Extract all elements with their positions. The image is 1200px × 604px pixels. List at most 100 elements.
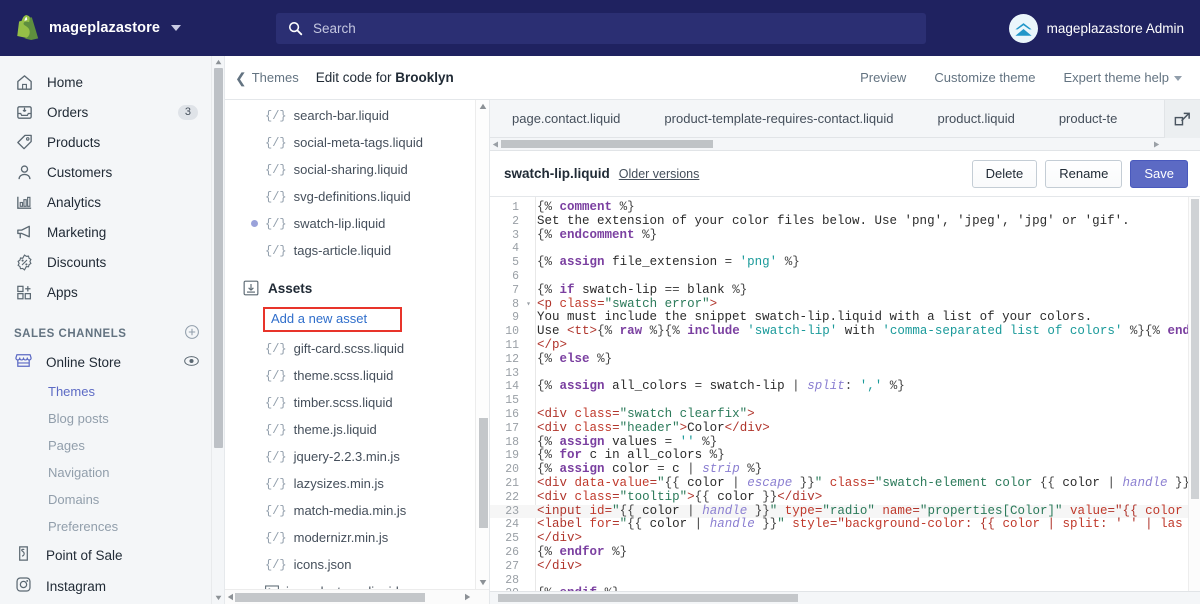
- file-tree-item[interactable]: {/} swatch-lip.liquid: [225, 210, 489, 237]
- file-tree-item[interactable]: {/} lazysizes.min.js: [225, 470, 489, 497]
- code-hscroll-thumb[interactable]: [498, 594, 798, 602]
- older-versions-link[interactable]: Older versions: [619, 167, 700, 181]
- code-scroll-thumb[interactable]: [1191, 199, 1199, 499]
- fold-toggle-icon[interactable]: [524, 394, 533, 408]
- expand-editor-button[interactable]: [1164, 100, 1200, 138]
- fold-toggle-icon[interactable]: [524, 436, 533, 450]
- sidebar-item-analytics[interactable]: Analytics: [0, 187, 224, 217]
- scroll-left-arrow-icon[interactable]: [492, 141, 499, 148]
- sidebar-item-apps[interactable]: Apps: [0, 277, 224, 307]
- fold-toggle-icon[interactable]: [524, 215, 533, 229]
- file-tree-item[interactable]: {/} icons.json: [225, 551, 489, 578]
- sidebar-item-navigation[interactable]: Navigation: [0, 459, 224, 486]
- fold-toggle-icon[interactable]: [524, 505, 533, 519]
- add-sales-channel-button[interactable]: [184, 324, 200, 345]
- expert-theme-help-button[interactable]: Expert theme help: [1063, 70, 1182, 85]
- file-tree-item[interactable]: {/} svg-definitions.liquid: [225, 183, 489, 210]
- file-tree-item[interactable]: {/} tags-article.liquid: [225, 237, 489, 264]
- editor-tab[interactable]: product-te: [1037, 100, 1117, 138]
- sidebar-item-orders[interactable]: Orders 3: [0, 97, 224, 127]
- fold-toggle-icon[interactable]: [524, 339, 533, 353]
- fold-toggle-icon[interactable]: [524, 270, 533, 284]
- file-tree-item[interactable]: {/} search-bar.liquid: [225, 102, 489, 129]
- editor-tab[interactable]: page.contact.liquid: [490, 100, 642, 138]
- sidebar-item-home[interactable]: Home: [0, 67, 224, 97]
- fold-toggle-icon[interactable]: [524, 201, 533, 215]
- scroll-right-arrow-icon[interactable]: [464, 593, 471, 601]
- fold-toggle-icon[interactable]: [524, 284, 533, 298]
- sidebar-item-blog-posts[interactable]: Blog posts: [0, 405, 224, 432]
- file-tree-item[interactable]: {/} gift-card.scss.liquid: [225, 335, 489, 362]
- code-vertical-scrollbar[interactable]: [1188, 197, 1200, 604]
- fold-toggle-icon[interactable]: [524, 518, 533, 532]
- file-tree-item[interactable]: {/} jquery-2.2.3.min.js: [225, 443, 489, 470]
- file-tree-horizontal-scrollbar[interactable]: [225, 589, 489, 604]
- sidebar-item-instagram[interactable]: Instagram: [0, 571, 224, 602]
- back-to-themes-link[interactable]: ❮ Themes: [235, 70, 299, 85]
- fold-toggle-icon[interactable]: [524, 256, 533, 270]
- sidebar-item-pages[interactable]: Pages: [0, 432, 224, 459]
- code-horizontal-scrollbar[interactable]: [490, 591, 1200, 604]
- fold-toggle-icon[interactable]: [524, 574, 533, 588]
- file-tree-item[interactable]: {/} match-media.min.js: [225, 497, 489, 524]
- scroll-right-arrow-icon[interactable]: [1153, 141, 1160, 148]
- sidebar-item-customers[interactable]: Customers: [0, 157, 224, 187]
- fold-toggle-icon[interactable]: [524, 463, 533, 477]
- scroll-left-arrow-icon[interactable]: [227, 593, 234, 601]
- customize-theme-button[interactable]: Customize theme: [934, 70, 1035, 85]
- scroll-down-arrow-icon[interactable]: [215, 594, 222, 601]
- sidebar-item-point-of-sale[interactable]: Point of Sale: [0, 540, 224, 571]
- code-editor[interactable]: 1 {% comment %} 2 Set the extension of you…: [490, 197, 1200, 604]
- search-input[interactable]: Search: [276, 12, 926, 44]
- tab-scroll-thumb[interactable]: [501, 140, 713, 148]
- add-new-asset-link[interactable]: Add a new asset: [271, 311, 367, 326]
- fold-toggle-icon[interactable]: [524, 353, 533, 367]
- tab-bar-scrollbar[interactable]: [490, 138, 1200, 151]
- fold-toggle-icon[interactable]: [524, 422, 533, 436]
- store-switcher[interactable]: mageplazastore: [0, 14, 225, 42]
- sidebar-item-domains[interactable]: Domains: [0, 486, 224, 513]
- editor-tab[interactable]: product-template-requires-contact.liquid: [642, 100, 915, 138]
- scroll-down-arrow-icon[interactable]: [479, 579, 487, 586]
- fold-toggle-icon[interactable]: [524, 449, 533, 463]
- fold-toggle-icon[interactable]: [524, 380, 533, 394]
- sidebar-item-products[interactable]: Products: [0, 127, 224, 157]
- fold-toggle-icon[interactable]: [524, 367, 533, 381]
- editor-tab[interactable]: product.liquid: [915, 100, 1036, 138]
- preview-store-eye-icon[interactable]: [183, 354, 200, 372]
- sidebar-item-discounts[interactable]: Discounts: [0, 247, 224, 277]
- sidebar-item-online-store[interactable]: Online Store: [0, 347, 224, 378]
- sidebar-item-themes[interactable]: Themes: [0, 378, 224, 405]
- delete-button[interactable]: Delete: [971, 159, 1038, 188]
- file-tree-scroll-thumb[interactable]: [479, 418, 488, 528]
- file-tree-hscroll-thumb[interactable]: [235, 593, 425, 602]
- fold-toggle-icon[interactable]: [524, 311, 533, 325]
- file-tree-vertical-scrollbar[interactable]: [475, 100, 489, 589]
- fold-toggle-icon[interactable]: [524, 325, 533, 339]
- fold-toggle-icon[interactable]: [524, 229, 533, 243]
- left-nav-scrollbar[interactable]: [211, 56, 224, 604]
- preview-button[interactable]: Preview: [860, 70, 906, 85]
- fold-toggle-icon[interactable]: [524, 408, 533, 422]
- file-tree-item[interactable]: {/} social-sharing.liquid: [225, 156, 489, 183]
- file-tree-group-assets[interactable]: Assets: [225, 272, 489, 304]
- sidebar-item-preferences[interactable]: Preferences: [0, 513, 224, 540]
- fold-toggle-icon[interactable]: [524, 532, 533, 546]
- fold-toggle-icon[interactable]: [524, 477, 533, 491]
- user-menu[interactable]: mageplazastore Admin: [1008, 13, 1184, 43]
- fold-toggle-icon[interactable]: [524, 560, 533, 574]
- scroll-up-arrow-icon[interactable]: [479, 103, 487, 110]
- fold-toggle-icon[interactable]: [524, 491, 533, 505]
- save-button[interactable]: Save: [1130, 159, 1188, 188]
- file-tree-item[interactable]: {/} social-meta-tags.liquid: [225, 129, 489, 156]
- left-nav-scroll-thumb[interactable]: [214, 68, 223, 448]
- file-tree-item[interactable]: {/} theme.js.liquid: [225, 416, 489, 443]
- sidebar-item-marketing[interactable]: Marketing: [0, 217, 224, 247]
- file-tree-item[interactable]: {/} timber.scss.liquid: [225, 389, 489, 416]
- file-tree-item[interactable]: {/} theme.scss.liquid: [225, 362, 489, 389]
- fold-toggle-icon[interactable]: [524, 242, 533, 256]
- file-tree-item[interactable]: {/} modernizr.min.js: [225, 524, 489, 551]
- fold-toggle-icon[interactable]: ▾: [524, 298, 533, 312]
- rename-button[interactable]: Rename: [1045, 159, 1123, 188]
- fold-toggle-icon[interactable]: [524, 546, 533, 560]
